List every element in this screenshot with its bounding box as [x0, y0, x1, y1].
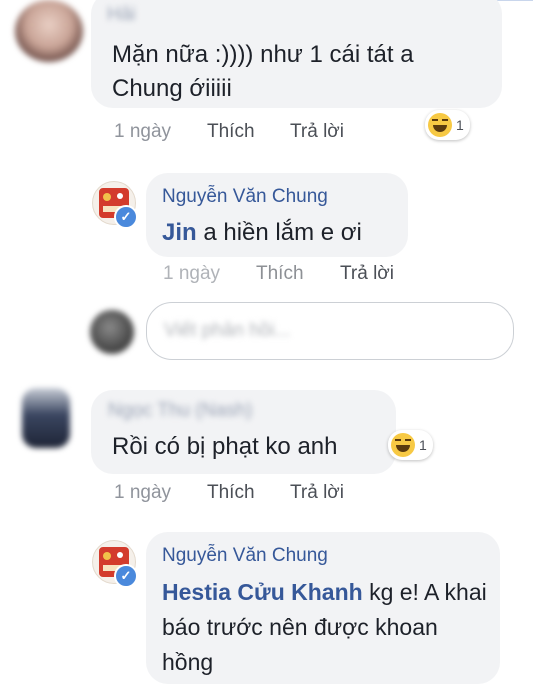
commenter-avatar[interactable] [22, 388, 70, 448]
comment-text: Rồi có bị phạt ko anh [112, 433, 338, 460]
comment-author[interactable]: Hải [107, 4, 136, 26]
reply-link[interactable]: Trả lời [290, 482, 344, 504]
tagged-user[interactable]: Hestia Cửu Khanh [162, 579, 363, 605]
reaction-count: 1 [419, 437, 427, 453]
reaction-badge[interactable]: 1 [388, 430, 433, 460]
like-link[interactable]: Thích [207, 121, 255, 143]
comment-text: Mặn nữa :)))) như 1 cái tát a Chung ớiii… [112, 41, 414, 102]
reply-link[interactable]: Trả lời [340, 263, 394, 285]
comment-author[interactable]: Ngọc Thu (Nash) [108, 400, 252, 422]
reply-text: Hestia Cửu Khanh kg e! A khai báo trước … [162, 579, 487, 675]
verified-badge-icon: ✓ [114, 205, 138, 229]
verified-badge-icon: ✓ [114, 564, 138, 588]
current-user-avatar [90, 310, 134, 354]
comment-time[interactable]: 1 ngày [114, 121, 171, 143]
reply-author[interactable]: Nguyễn Văn Chung [162, 545, 328, 567]
commenter-avatar[interactable] [15, 0, 83, 62]
tagged-user[interactable]: Jin [162, 219, 197, 246]
reaction-count: 1 [456, 117, 464, 133]
reply-link[interactable]: Trả lời [290, 121, 344, 143]
like-link[interactable]: Thích [256, 263, 304, 285]
reply-text: Jin a hiền lắm e ơi [162, 219, 362, 246]
haha-emoji-icon [428, 113, 452, 137]
comment-time[interactable]: 1 ngày [114, 482, 171, 504]
like-link[interactable]: Thích [207, 482, 255, 504]
reaction-badge[interactable]: 1 [425, 110, 470, 140]
reply-time[interactable]: 1 ngày [163, 263, 220, 285]
haha-emoji-icon [391, 433, 415, 457]
reply-author[interactable]: Nguyễn Văn Chung [162, 186, 328, 208]
reply-placeholder: Viết phản hồi... [164, 320, 291, 341]
